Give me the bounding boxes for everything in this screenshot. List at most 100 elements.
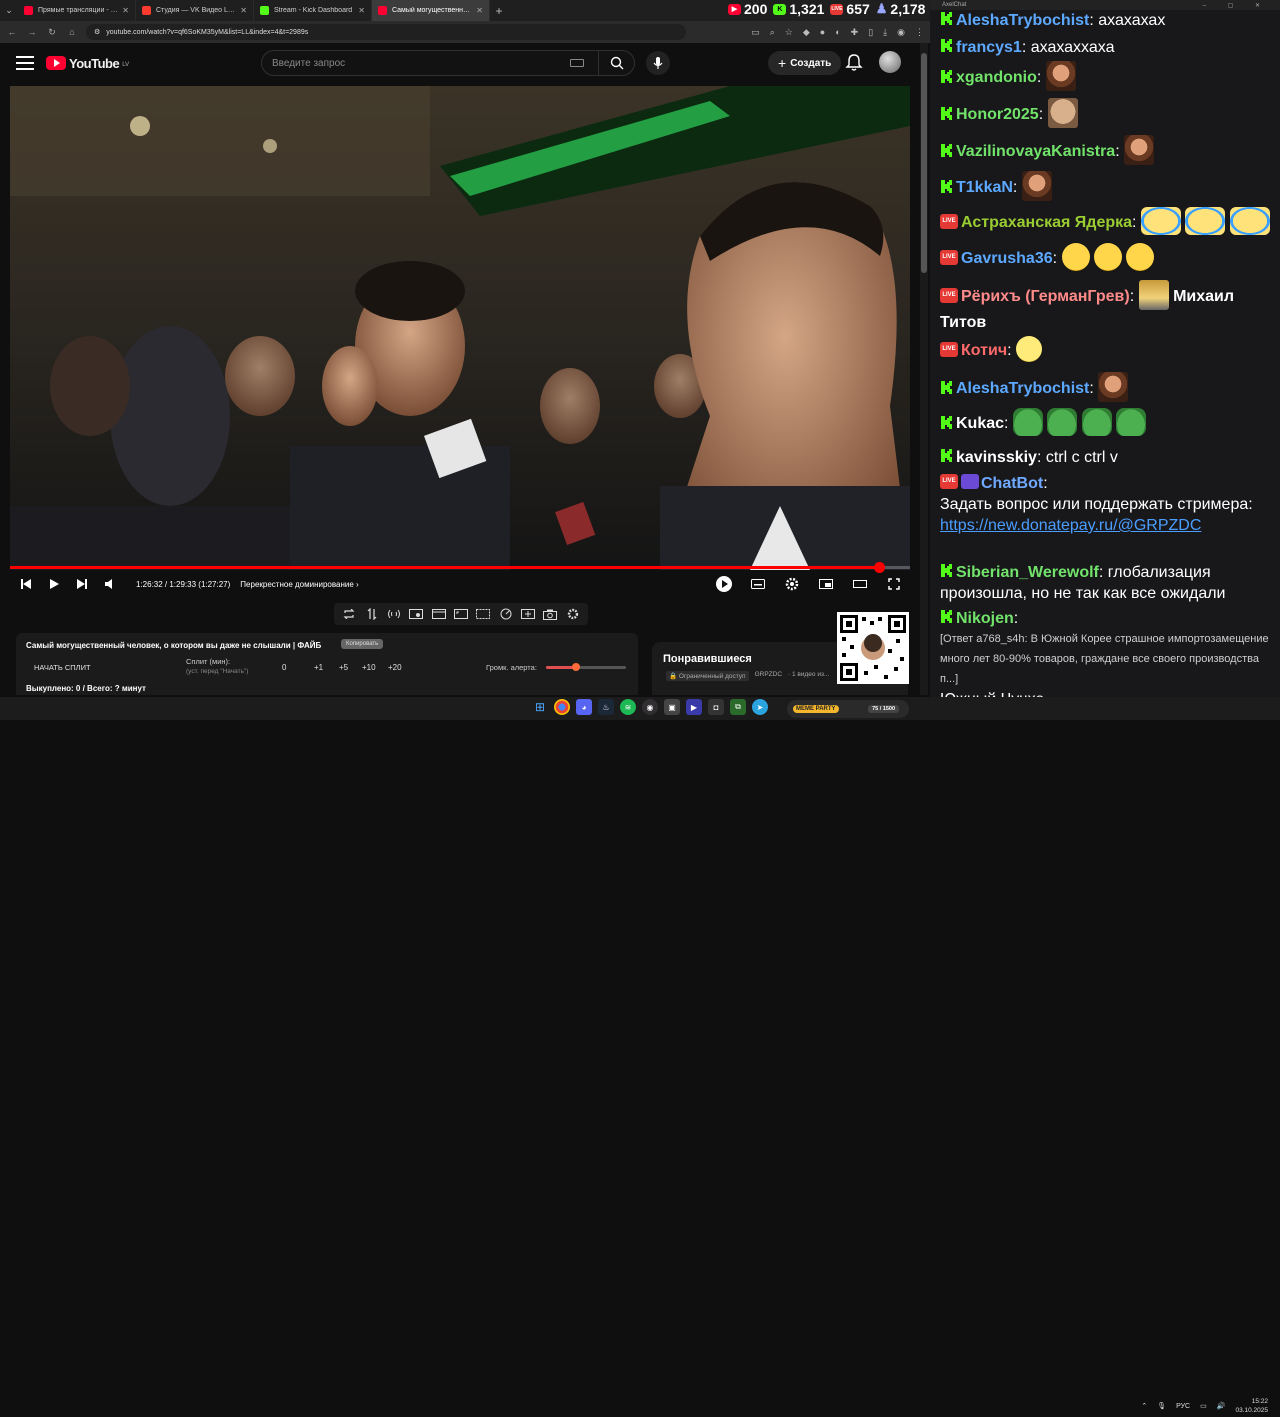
add-20-minutes-button[interactable]: +20 — [388, 663, 402, 672]
chat-username[interactable]: Астраханская Ядерка — [961, 214, 1132, 231]
cast-icon[interactable]: ▭ — [751, 27, 760, 38]
download-icon[interactable]: ⤓ — [883, 27, 887, 38]
close-tab-icon[interactable]: ✕ — [476, 6, 483, 15]
add-10-minutes-button[interactable]: +10 — [362, 663, 376, 672]
settings-button[interactable] — [780, 572, 804, 596]
browser-menu-icon[interactable]: ⋮ — [915, 27, 924, 38]
chat-username[interactable]: AleshaTrybochist — [956, 12, 1089, 29]
start-split-button[interactable]: НАЧАТЬ СПЛИТ — [34, 663, 91, 672]
url-field[interactable]: ⚙ youtube.com/watch?v=qf6SoKM35yM&list=L… — [86, 24, 686, 40]
extension-icon[interactable]: ◐ — [835, 27, 840, 38]
chat-username[interactable]: Nikojen — [956, 610, 1014, 627]
tray-chevron-icon[interactable]: ⌃ — [1141, 1402, 1147, 1410]
chat-username[interactable]: kavinsskiy — [956, 449, 1037, 466]
play-button[interactable] — [42, 572, 66, 596]
next-button[interactable] — [70, 572, 94, 596]
app-icon[interactable]: ⧉ — [730, 699, 746, 715]
fullscreen-button[interactable] — [882, 572, 906, 596]
video-player[interactable] — [10, 86, 910, 570]
windows-start-icon[interactable]: ⊞ — [532, 699, 548, 715]
microphone-tray-icon[interactable]: 🎙 — [1157, 1402, 1166, 1410]
tab-vk-studio[interactable]: Студия — VK Видео Live ✕ — [136, 0, 254, 21]
reload-icon[interactable]: ↻ — [46, 27, 58, 38]
copy-badge[interactable]: Копировать — [341, 639, 384, 649]
close-tab-icon[interactable]: ✕ — [240, 6, 247, 15]
sidepanel-icon[interactable]: ▯ — [868, 27, 873, 38]
chat-username[interactable]: Gavrusha36 — [961, 250, 1053, 267]
meme-party-widget[interactable]: MEME PARTY 75 / 1500 — [787, 700, 909, 718]
chat-username[interactable]: Kukac — [956, 415, 1004, 432]
telegram-icon[interactable]: ➤ — [752, 699, 768, 715]
chat-username[interactable]: xgandonio — [956, 69, 1037, 86]
close-tab-icon[interactable]: ✕ — [122, 6, 129, 15]
profile-icon[interactable]: ◉ — [897, 27, 905, 38]
aspect-ratio-icon[interactable] — [453, 607, 469, 621]
page-scrollbar[interactable] — [920, 43, 928, 695]
audio-waves-icon[interactable] — [386, 607, 402, 621]
media-player-icon[interactable]: ▶ — [686, 699, 702, 715]
tab-search-icon[interactable]: ⌄ — [0, 0, 18, 21]
tab-kick-dashboard[interactable]: Stream - Kick Dashboard ✕ — [254, 0, 372, 21]
obs-icon[interactable]: ◉ — [642, 699, 658, 715]
window-controls[interactable]: – ▢ ✕ — [1203, 2, 1270, 9]
slider-handle[interactable] — [572, 663, 581, 671]
chat-username[interactable]: Котич — [961, 342, 1007, 359]
tab-current-video[interactable]: Самый могущественный чел... ✕ — [372, 0, 490, 21]
clock[interactable]: 15:22 03.10.2025 — [1235, 1397, 1268, 1415]
scrollbar-thumb[interactable] — [921, 53, 927, 273]
new-tab-button[interactable]: + — [490, 4, 508, 18]
chat-username[interactable]: AleshaTrybochist — [956, 380, 1089, 397]
donation-link[interactable]: https://new.donatepay.ru/@GRPZDC — [940, 517, 1201, 534]
volume-button[interactable] — [98, 572, 122, 596]
speedometer-icon[interactable] — [498, 607, 514, 621]
miniplayer-button[interactable] — [814, 572, 838, 596]
close-tab-icon[interactable]: ✕ — [358, 6, 365, 15]
chat-username[interactable]: ChatBot — [981, 475, 1043, 492]
sponsorblock-button[interactable] — [712, 572, 736, 596]
notifications-bell-icon[interactable] — [845, 53, 863, 73]
add-5-minutes-button[interactable]: +5 — [339, 663, 348, 672]
create-button[interactable]: + Создать — [768, 51, 842, 75]
previous-button[interactable] — [14, 572, 38, 596]
film-icon[interactable] — [431, 607, 447, 621]
camera-icon[interactable] — [542, 607, 558, 621]
site-info-icon[interactable]: ⚙ — [94, 28, 100, 36]
chat-username[interactable]: T1kkaN — [956, 179, 1013, 196]
screenshot-video-icon[interactable] — [408, 607, 424, 621]
speaker-icon[interactable]: 🔊 — [1217, 1402, 1226, 1410]
chapter-title[interactable]: Перекрестное доминирование › — [240, 580, 358, 589]
add-to-queue-icon[interactable] — [520, 607, 536, 621]
hamburger-menu-icon[interactable] — [16, 56, 34, 70]
app-icon[interactable]: ◘ — [708, 699, 724, 715]
discord-icon[interactable]: ◕ — [576, 699, 592, 715]
chrome-icon[interactable] — [554, 699, 570, 715]
subtitles-button[interactable] — [746, 572, 770, 596]
theater-mode-button[interactable] — [848, 572, 872, 596]
language-indicator[interactable]: РУС — [1176, 1403, 1190, 1410]
bookmark-star-icon[interactable]: ☆ — [785, 27, 793, 38]
loop-icon[interactable] — [341, 607, 357, 621]
steam-icon[interactable]: ♨ — [598, 699, 614, 715]
home-icon[interactable]: ⌂ — [66, 27, 78, 37]
keyboard-icon[interactable] — [570, 59, 584, 67]
extension-icon[interactable]: ◆ — [803, 27, 810, 38]
forward-icon[interactable]: → — [26, 27, 38, 37]
back-icon[interactable]: ← — [6, 27, 18, 37]
youtube-logo[interactable]: YouTube LV — [46, 56, 129, 71]
search-button[interactable] — [598, 51, 634, 75]
chat-username[interactable]: Рёрихъ (ГерманГрев) — [961, 288, 1130, 305]
gear-icon[interactable] — [565, 607, 581, 621]
video-progress-bar[interactable] — [10, 562, 910, 573]
chat-username[interactable]: Honor2025 — [956, 106, 1039, 123]
account-avatar[interactable] — [879, 51, 901, 73]
filmstrip-icon[interactable] — [475, 607, 491, 621]
chat-username[interactable]: francys1 — [956, 39, 1022, 56]
voice-search-button[interactable] — [646, 51, 670, 75]
alert-volume-slider[interactable] — [546, 663, 626, 671]
playlist-channel[interactable]: GRPZDC — [755, 671, 782, 681]
spotify-icon[interactable]: ≋ — [620, 699, 636, 715]
chat-username[interactable]: VazilinovayaKanistra — [956, 143, 1115, 160]
zoom-icon[interactable]: ⌕ — [770, 27, 775, 38]
app-icon[interactable]: ▣ — [664, 699, 680, 715]
add-1-minute-button[interactable]: +1 — [314, 663, 323, 672]
